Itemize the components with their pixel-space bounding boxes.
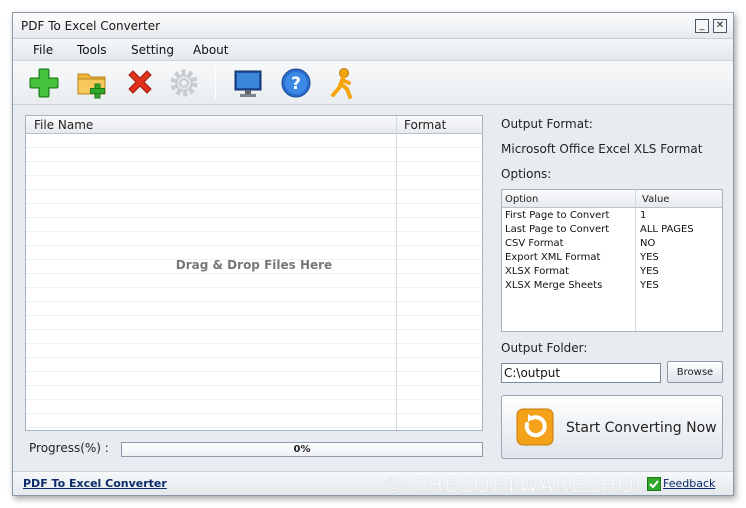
option-name: Export XML Format <box>505 252 601 263</box>
menu-file[interactable]: File <box>33 43 53 57</box>
monitor-icon <box>234 70 262 97</box>
help-button[interactable]: ? <box>279 66 313 100</box>
menu-bar: File Tools Setting About <box>13 39 733 61</box>
start-converting-button[interactable]: Start Converting Now <box>501 395 723 459</box>
option-value: ALL PAGES <box>640 224 694 235</box>
progress-bar: 0% <box>121 442 483 457</box>
menu-setting[interactable]: Setting <box>131 43 174 57</box>
output-format-value: Microsoft Office Excel XLS Format <box>501 142 703 156</box>
output-format-label: Output Format: <box>501 117 593 131</box>
remove-button[interactable] <box>123 66 157 100</box>
options-header: Option Value <box>502 190 722 208</box>
column-value[interactable]: Value <box>642 194 669 205</box>
settings-gear-icon <box>170 69 198 97</box>
option-name: Last Page to Convert <box>505 224 610 235</box>
start-converting-label: Start Converting Now <box>566 420 717 436</box>
option-value: YES <box>640 266 659 277</box>
feedback-check-icon <box>647 477 661 491</box>
option-row[interactable]: XLSX Format YES <box>502 265 722 279</box>
run-button[interactable] <box>325 66 359 100</box>
option-name: XLSX Merge Sheets <box>505 280 603 291</box>
svg-text:?: ? <box>291 74 301 94</box>
options-table[interactable]: Option Value First Page to Convert 1 Las… <box>501 189 723 332</box>
menu-tools[interactable]: Tools <box>77 43 107 57</box>
app-home-link[interactable]: PDF To Excel Converter <box>23 477 167 490</box>
output-folder-input[interactable] <box>501 363 661 383</box>
add-file-button[interactable] <box>27 66 61 100</box>
progress-label: Progress(%) : <box>29 441 109 455</box>
settings-button[interactable] <box>167 66 201 100</box>
remove-icon <box>128 70 152 94</box>
watermark: © THESOFTWARESHOP <box>383 473 650 497</box>
option-value: YES <box>640 280 659 291</box>
progress-text: 0% <box>293 444 311 455</box>
column-divider <box>396 116 397 430</box>
add-folder-icon <box>77 73 106 99</box>
toolbar: ? <box>13 61 733 105</box>
option-row[interactable]: XLSX Merge Sheets YES <box>502 279 722 293</box>
options-label: Options: <box>501 167 552 181</box>
column-option[interactable]: Option <box>505 194 538 205</box>
app-window: PDF To Excel Converter _ ✕ File Tools Se… <box>12 12 734 497</box>
file-list-rows[interactable] <box>26 134 482 430</box>
option-row[interactable]: CSV Format NO <box>502 237 722 251</box>
refresh-icon <box>516 408 554 446</box>
status-bar: PDF To Excel Converter © THESOFTWARESHOP… <box>13 471 733 497</box>
option-value: NO <box>640 238 656 249</box>
window-title: PDF To Excel Converter <box>21 19 161 33</box>
browse-button[interactable]: Browse <box>667 361 723 383</box>
file-list[interactable]: File Name Format Drag & Drop Files Here <box>25 115 483 431</box>
monitor-button[interactable] <box>231 66 265 100</box>
toolbar-separator <box>215 67 216 99</box>
option-name: First Page to Convert <box>505 210 610 221</box>
run-person-icon <box>331 68 352 99</box>
option-row[interactable]: Export XML Format YES <box>502 251 722 265</box>
output-folder-label: Output Folder: <box>501 341 588 355</box>
minimize-button[interactable]: _ <box>695 19 709 33</box>
feedback-link[interactable]: Feedback <box>663 477 715 490</box>
add-folder-button[interactable] <box>75 66 109 100</box>
help-icon: ? <box>281 68 311 98</box>
add-file-icon <box>29 68 59 98</box>
file-list-header: File Name Format <box>26 116 482 134</box>
close-button[interactable]: ✕ <box>713 19 727 33</box>
column-file-name[interactable]: File Name <box>34 118 93 132</box>
option-value: YES <box>640 252 659 263</box>
option-row[interactable]: First Page to Convert 1 <box>502 209 722 223</box>
option-name: XLSX Format <box>505 266 570 277</box>
option-name: CSV Format <box>505 238 564 249</box>
column-format[interactable]: Format <box>404 118 446 132</box>
title-bar[interactable]: PDF To Excel Converter _ ✕ <box>13 13 733 39</box>
menu-about[interactable]: About <box>193 43 228 57</box>
option-value: 1 <box>640 210 647 221</box>
option-row[interactable]: Last Page to Convert ALL PAGES <box>502 223 722 237</box>
drop-hint: Drag & Drop Files Here <box>175 258 333 272</box>
